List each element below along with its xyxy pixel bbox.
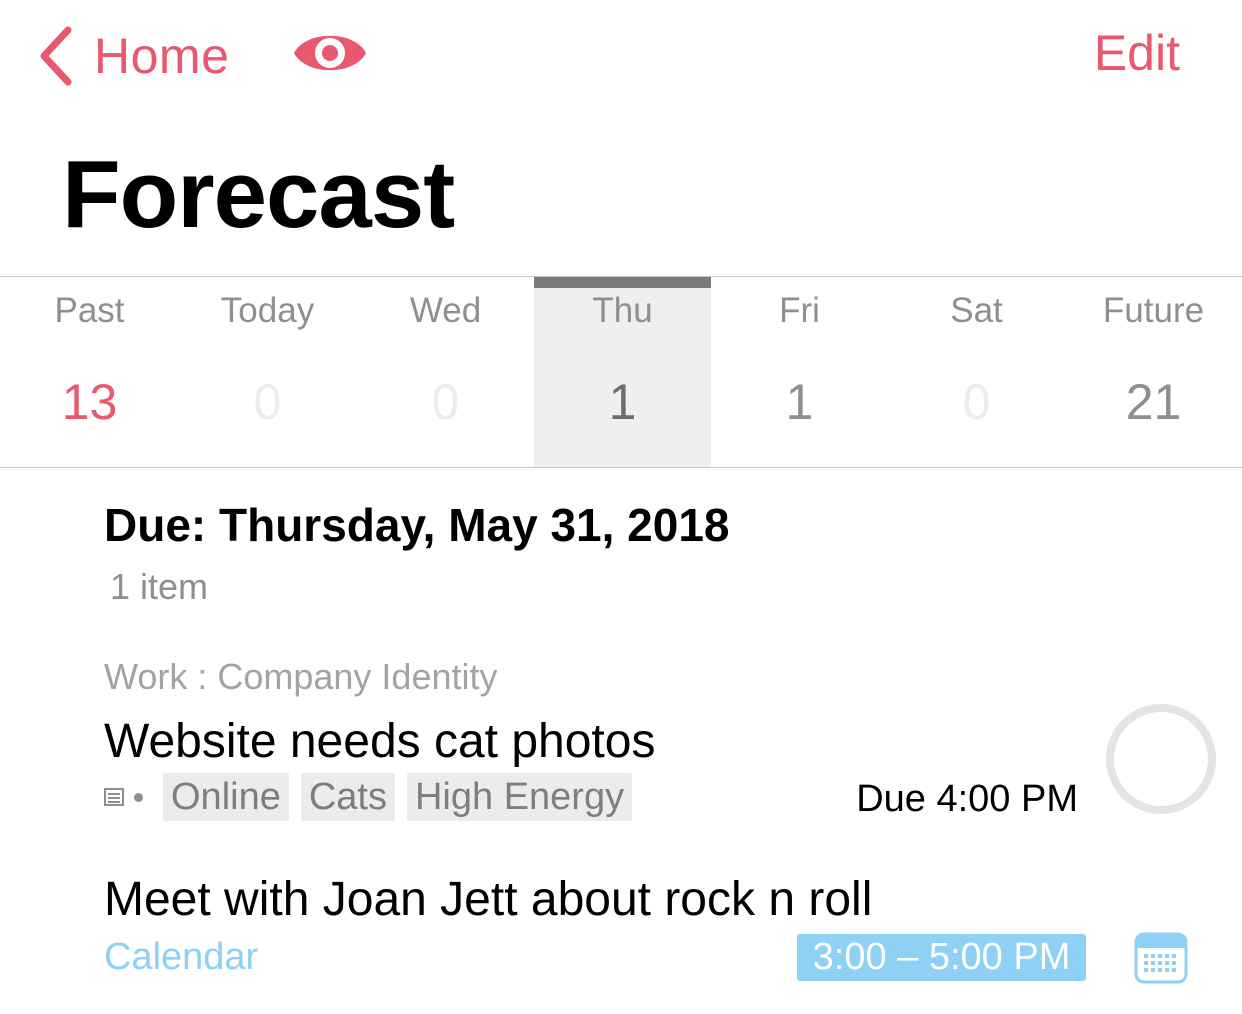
calendar-icon[interactable] (1134, 932, 1188, 984)
task-title[interactable]: Website needs cat photos (104, 714, 655, 769)
edit-button[interactable]: Edit (1094, 24, 1180, 82)
day-name: Wed (409, 291, 482, 330)
day-column-past[interactable]: Past 13 (1, 277, 178, 467)
day-name: Today (220, 291, 315, 330)
forecast-day-strip: Past 13 Today 0 Wed 0 Thu 1 Fri 1 Sat 0 … (0, 276, 1242, 468)
back-label: Home (94, 28, 230, 84)
day-count: 1 (608, 374, 637, 430)
tag-online[interactable]: Online (163, 773, 289, 821)
tag-high-energy[interactable]: High Energy (406, 773, 633, 821)
day-column-thu[interactable]: Thu 1 (534, 277, 711, 467)
event-title: Meet with Joan Jett about rock n roll (104, 873, 873, 926)
day-column-fri[interactable]: Fri 1 (711, 277, 888, 467)
navigation-bar: Home Edit (0, 0, 1242, 110)
day-count: 1 (785, 374, 814, 430)
day-count: 21 (1125, 374, 1182, 430)
separator-dot (134, 792, 143, 802)
tag-cats[interactable]: Cats (300, 773, 395, 821)
section-heading: Due: Thursday, May 31, 2018 (104, 499, 730, 551)
task-meta: Online Cats High Energy (104, 772, 644, 822)
event-time-badge: 3:00 – 5:00 PM (797, 934, 1086, 981)
task-project: Work : Company Identity (104, 656, 498, 697)
day-count: 13 (61, 374, 118, 430)
completion-circle-checkbox[interactable] (1106, 704, 1216, 814)
day-column-sat[interactable]: Sat 0 (888, 277, 1065, 467)
page-title: Forecast (62, 141, 455, 248)
note-icon (104, 788, 124, 806)
chevron-left-icon (40, 26, 72, 86)
day-name: Future (1102, 291, 1205, 330)
back-button[interactable]: Home (36, 24, 229, 88)
day-count: 0 (253, 374, 282, 430)
day-name: Thu (592, 291, 653, 330)
day-count: 0 (431, 374, 460, 430)
day-name: Past (54, 291, 125, 330)
day-column-today[interactable]: Today 0 (179, 277, 356, 467)
day-name: Fri (779, 291, 820, 330)
event-calendar-name[interactable]: Calendar (104, 936, 258, 979)
task-due-time: Due 4:00 PM (856, 778, 1078, 820)
section-item-count: 1 item (110, 566, 209, 607)
day-name: Sat (950, 291, 1003, 330)
day-column-future[interactable]: Future 21 (1065, 277, 1242, 467)
day-column-wed[interactable]: Wed 0 (357, 277, 534, 467)
eye-icon[interactable] (292, 26, 368, 80)
day-count: 0 (962, 374, 991, 430)
